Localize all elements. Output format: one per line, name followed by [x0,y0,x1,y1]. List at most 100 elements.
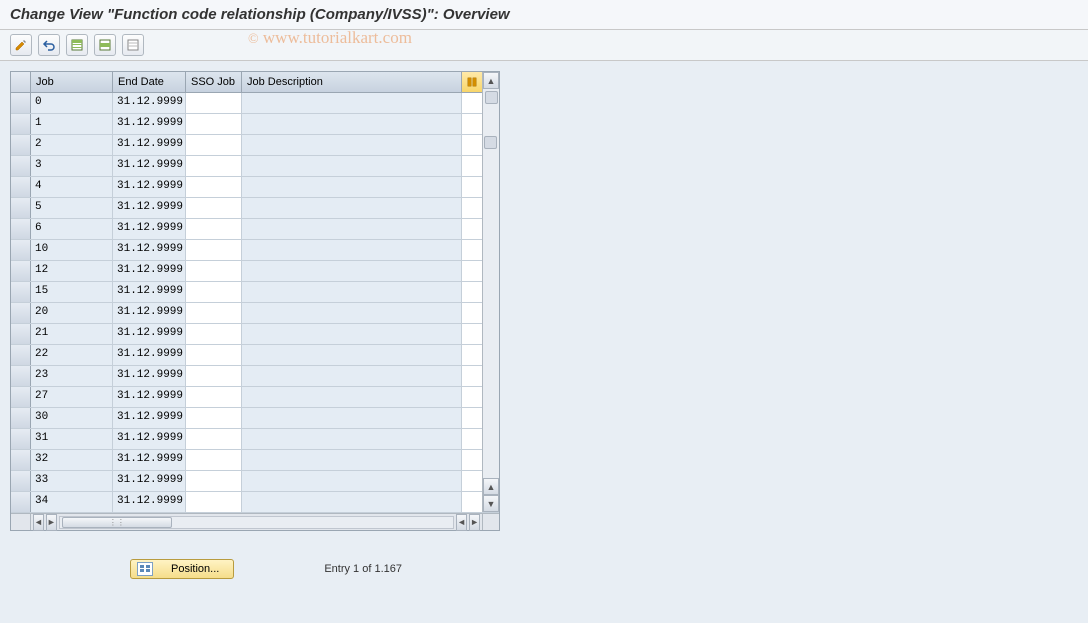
vscroll-track[interactable] [483,89,499,478]
cell-end-date[interactable]: 31.12.9999 [113,198,186,218]
cell-job[interactable]: 1 [31,114,113,134]
table-row[interactable]: 631.12.9999 [11,219,499,240]
scroll-left-button[interactable]: ◄ [33,514,44,531]
row-selector[interactable] [11,366,31,386]
cell-job[interactable]: 0 [31,93,113,113]
scroll-right-button[interactable]: ► [46,514,57,531]
row-selector[interactable] [11,450,31,470]
cell-end-date[interactable]: 31.12.9999 [113,240,186,260]
hscroll-track[interactable]: ⋮⋮ [59,516,454,529]
cell-job[interactable]: 15 [31,282,113,302]
cell-job[interactable]: 33 [31,471,113,491]
cell-sso-job[interactable] [186,408,242,428]
table-row[interactable]: 331.12.9999 [11,156,499,177]
cell-sso-job[interactable] [186,261,242,281]
hscroll-thumb[interactable]: ⋮⋮ [62,517,172,528]
cell-sso-job[interactable] [186,345,242,365]
select-all-button[interactable] [66,34,88,56]
cell-job[interactable]: 31 [31,429,113,449]
cell-job[interactable]: 30 [31,408,113,428]
cell-sso-job[interactable] [186,324,242,344]
cell-job-description[interactable] [242,261,462,281]
cell-end-date[interactable]: 31.12.9999 [113,135,186,155]
row-selector[interactable] [11,282,31,302]
cell-job[interactable]: 12 [31,261,113,281]
cell-sso-job[interactable] [186,177,242,197]
cell-end-date[interactable]: 31.12.9999 [113,366,186,386]
cell-sso-job[interactable] [186,156,242,176]
cell-end-date[interactable]: 31.12.9999 [113,387,186,407]
cell-end-date[interactable]: 31.12.9999 [113,282,186,302]
row-selector[interactable] [11,219,31,239]
cell-end-date[interactable]: 31.12.9999 [113,345,186,365]
row-selector[interactable] [11,408,31,428]
table-row[interactable]: 3131.12.9999 [11,429,499,450]
cell-job-description[interactable] [242,366,462,386]
cell-job[interactable]: 2 [31,135,113,155]
cell-end-date[interactable]: 31.12.9999 [113,408,186,428]
cell-sso-job[interactable] [186,240,242,260]
cell-end-date[interactable]: 31.12.9999 [113,324,186,344]
cell-job-description[interactable] [242,345,462,365]
cell-job-description[interactable] [242,156,462,176]
table-row[interactable]: 1531.12.9999 [11,282,499,303]
table-row[interactable]: 3231.12.9999 [11,450,499,471]
row-selector[interactable] [11,156,31,176]
cell-job[interactable]: 6 [31,219,113,239]
row-selector[interactable] [11,492,31,512]
scroll-down-button[interactable]: ▼ [483,495,499,512]
cell-sso-job[interactable] [186,366,242,386]
cell-end-date[interactable]: 31.12.9999 [113,177,186,197]
cell-sso-job[interactable] [186,303,242,323]
cell-end-date[interactable]: 31.12.9999 [113,219,186,239]
cell-job[interactable]: 23 [31,366,113,386]
row-selector[interactable] [11,198,31,218]
cell-sso-job[interactable] [186,93,242,113]
row-selector[interactable] [11,387,31,407]
cell-job-description[interactable] [242,471,462,491]
scroll-right-end-button[interactable]: ► [469,514,480,531]
cell-job-description[interactable] [242,429,462,449]
cell-sso-job[interactable] [186,429,242,449]
column-header-selector[interactable] [11,72,31,92]
cell-end-date[interactable]: 31.12.9999 [113,93,186,113]
cell-sso-job[interactable] [186,387,242,407]
cell-job-description[interactable] [242,93,462,113]
deselect-all-button[interactable] [122,34,144,56]
cell-job[interactable]: 21 [31,324,113,344]
table-row[interactable]: 2331.12.9999 [11,366,499,387]
table-row[interactable]: 031.12.9999 [11,93,499,114]
table-row[interactable]: 1231.12.9999 [11,261,499,282]
cell-end-date[interactable]: 31.12.9999 [113,471,186,491]
table-row[interactable]: 431.12.9999 [11,177,499,198]
select-block-button[interactable] [94,34,116,56]
column-header-job[interactable]: Job [31,72,113,92]
cell-job[interactable]: 5 [31,198,113,218]
cell-sso-job[interactable] [186,282,242,302]
cell-job-description[interactable] [242,324,462,344]
cell-job-description[interactable] [242,114,462,134]
scroll-down-step-button[interactable]: ▲ [483,478,499,495]
undo-button[interactable] [38,34,60,56]
table-config-button[interactable] [462,72,482,92]
cell-job-description[interactable] [242,303,462,323]
table-row[interactable]: 3431.12.9999 [11,492,499,513]
table-row[interactable]: 1031.12.9999 [11,240,499,261]
table-row[interactable]: 131.12.9999 [11,114,499,135]
row-selector[interactable] [11,429,31,449]
cell-end-date[interactable]: 31.12.9999 [113,492,186,512]
table-row[interactable]: 2731.12.9999 [11,387,499,408]
table-row[interactable]: 2131.12.9999 [11,324,499,345]
cell-job[interactable]: 3 [31,156,113,176]
cell-job-description[interactable] [242,408,462,428]
table-row[interactable]: 531.12.9999 [11,198,499,219]
scroll-up-button[interactable]: ▲ [483,72,499,89]
table-row[interactable]: 2031.12.9999 [11,303,499,324]
cell-end-date[interactable]: 31.12.9999 [113,450,186,470]
cell-end-date[interactable]: 31.12.9999 [113,156,186,176]
position-button[interactable]: Position... [130,559,234,579]
cell-job-description[interactable] [242,198,462,218]
row-selector[interactable] [11,345,31,365]
row-selector[interactable] [11,303,31,323]
cell-job-description[interactable] [242,282,462,302]
